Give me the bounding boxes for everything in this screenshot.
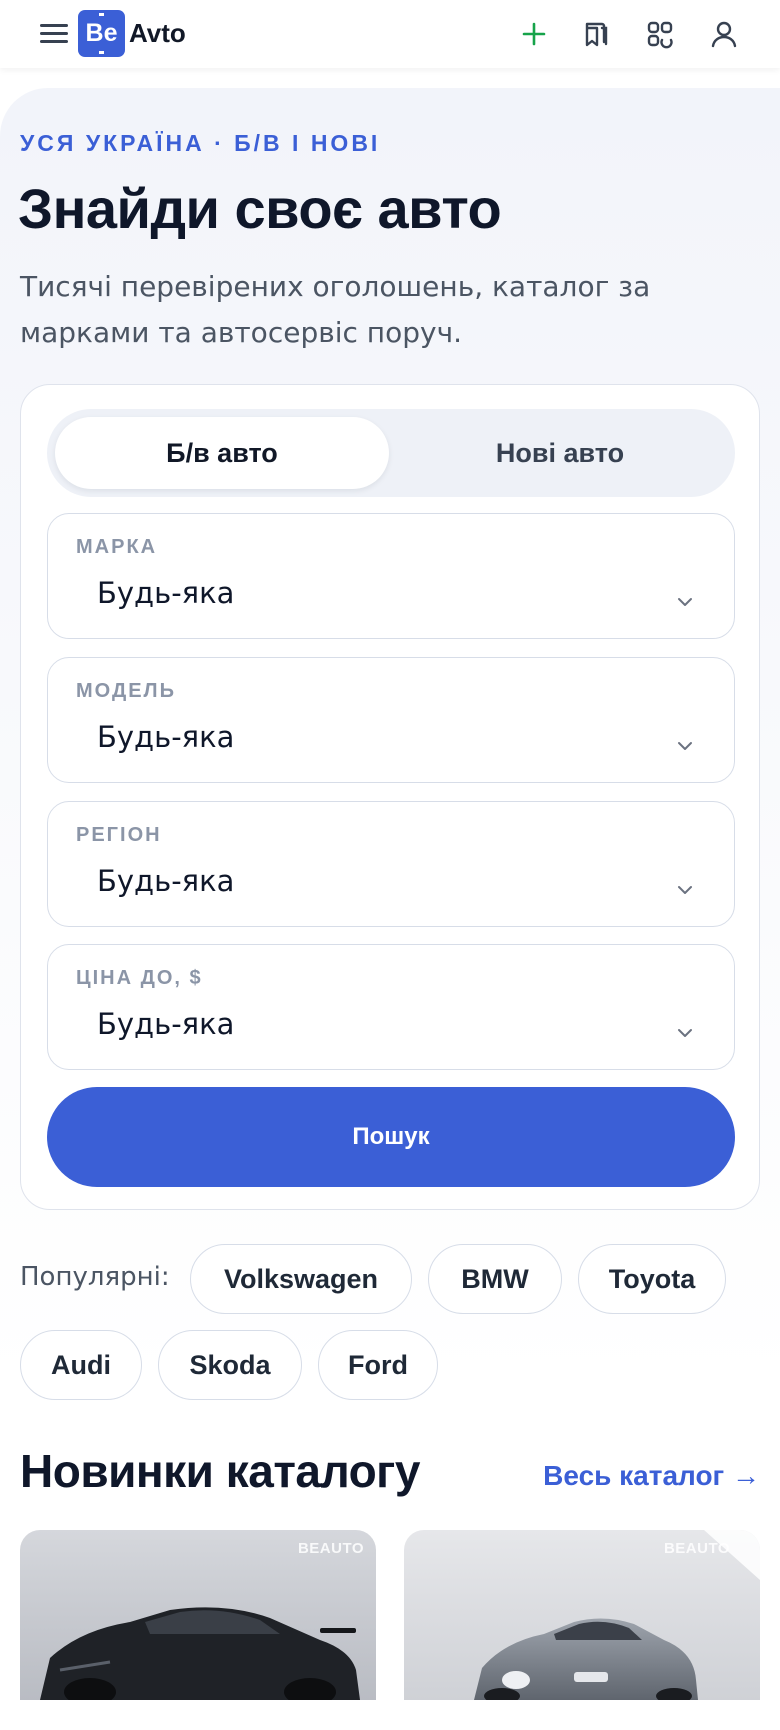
- plus-icon[interactable]: [516, 16, 552, 52]
- chevron-down-icon: [678, 1029, 692, 1037]
- catalog-title: Новинки каталогу: [20, 1445, 420, 1497]
- chip-toyota[interactable]: Toyota: [578, 1244, 726, 1314]
- chevron-down-icon: [678, 742, 692, 750]
- hero-subtitle: Тисячі перевірених оголошень, каталог за…: [20, 270, 651, 349]
- region-select[interactable]: РЕГІОН Будь-яка: [47, 801, 735, 927]
- chip-bmw[interactable]: BMW: [428, 1244, 562, 1314]
- logo-badge: Be: [78, 10, 125, 57]
- catalog-card[interactable]: BEAUTO: [404, 1530, 760, 1730]
- model-select[interactable]: МОДЕЛЬ Будь-яка: [47, 657, 735, 783]
- popular-label: Популярні:: [20, 1262, 170, 1292]
- search-card: Б/в авто Нові авто МАРКА Будь-яка МОДЕЛЬ…: [20, 384, 760, 1210]
- region-label: РЕГІОН: [76, 824, 162, 846]
- price-select[interactable]: ЦІНА ДО, $ Будь-яка: [47, 944, 735, 1070]
- tab-new-cars[interactable]: Нові авто: [393, 417, 727, 489]
- watermark-text: BEAUTO: [297, 1540, 364, 1557]
- logo-text: Avto: [129, 18, 186, 48]
- region-value: Будь-яка: [97, 864, 235, 898]
- chip-skoda[interactable]: Skoda: [158, 1330, 302, 1400]
- price-label: ЦІНА ДО, $: [76, 967, 203, 989]
- chip-volkswagen[interactable]: Volkswagen: [190, 1244, 412, 1314]
- tab-used-cars[interactable]: Б/в авто: [55, 417, 389, 489]
- chip-ford[interactable]: Ford: [318, 1330, 438, 1400]
- logo[interactable]: Be Avto: [78, 10, 186, 57]
- all-catalog-link[interactable]: Весь каталог →: [543, 1460, 760, 1492]
- brand-select[interactable]: МАРКА Будь-яка: [47, 513, 735, 639]
- watermark-text: BEAUTO: [663, 1540, 730, 1557]
- chevron-down-icon: [678, 598, 692, 606]
- search-button[interactable]: Пошук: [47, 1087, 735, 1187]
- page-title: Знайди своє авто: [18, 177, 502, 240]
- chip-audi[interactable]: Audi: [20, 1330, 142, 1400]
- scan-icon[interactable]: [642, 16, 678, 52]
- model-value: Будь-яка: [97, 720, 235, 754]
- catalog-card[interactable]: BEAUTO: [20, 1530, 376, 1730]
- tab-switcher: Б/в авто Нові авто: [47, 409, 735, 497]
- brand-label: МАРКА: [76, 536, 158, 558]
- book-icon[interactable]: [578, 16, 614, 52]
- user-icon[interactable]: [706, 16, 742, 52]
- menu-icon[interactable]: [40, 24, 68, 44]
- price-value: Будь-яка: [97, 1007, 235, 1041]
- brand-value: Будь-яка: [97, 576, 235, 610]
- chevron-down-icon: [678, 886, 692, 894]
- hero-eyebrow: УСЯ УКРАЇНА · Б/В І НОВІ: [20, 130, 381, 156]
- top-header: Be Avto: [0, 0, 780, 68]
- model-label: МОДЕЛЬ: [76, 680, 176, 702]
